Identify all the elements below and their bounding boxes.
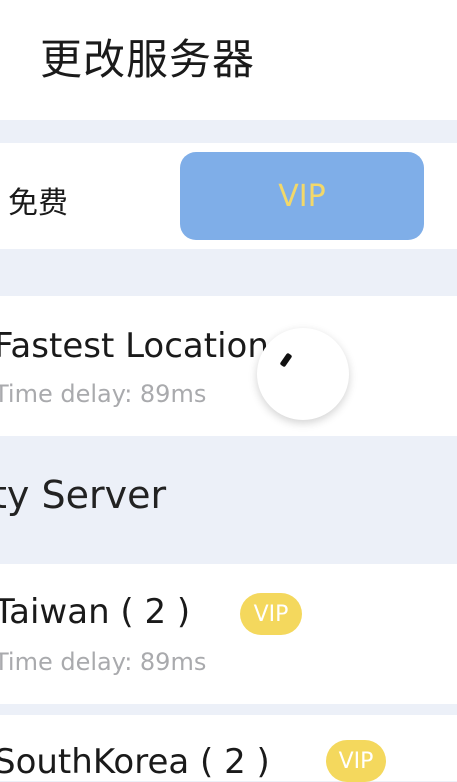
vip-badge: VIP (240, 593, 302, 635)
fastest-location-delay: Time delay: 89ms (0, 380, 207, 408)
pointer-icon (279, 352, 293, 368)
page-title: 更改服务器 (40, 35, 256, 84)
tab-vip[interactable]: VIP (180, 152, 424, 240)
header: 更改服务器 (0, 0, 457, 120)
server-row[interactable] (0, 564, 457, 704)
server-name: SouthKorea ( 2 ) (0, 742, 270, 782)
server-delay: Time delay: 89ms (0, 648, 207, 676)
fastest-location-title: Fastest Location (0, 326, 269, 366)
tab-vip-label: VIP (278, 178, 326, 214)
floating-action-button[interactable] (257, 328, 349, 420)
server-name: Taiwan ( 2 ) (0, 592, 191, 632)
fastest-location-card[interactable] (0, 296, 457, 436)
tab-free[interactable]: 免费 (8, 178, 68, 222)
vip-badge: VIP (326, 740, 386, 782)
section-title: ty Server (0, 473, 167, 517)
